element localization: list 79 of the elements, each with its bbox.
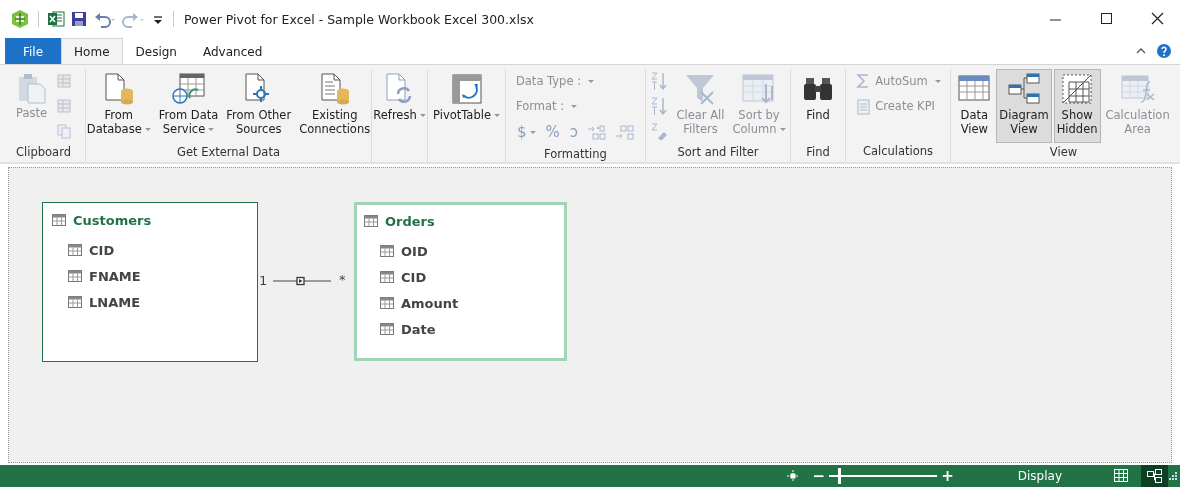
- sort-ascending-icon: [650, 71, 669, 91]
- calculation-icon: [1119, 72, 1156, 106]
- sort-descending-icon: [650, 96, 669, 116]
- dropdown-caret-icon: [779, 127, 786, 131]
- column-name: CID: [89, 242, 115, 258]
- app-icon: [10, 9, 30, 29]
- column-name: Amount: [401, 295, 459, 311]
- ribbon-button[interactable]: From Database: [83, 69, 154, 143]
- dropdown-caret-icon: [494, 113, 500, 117]
- dropdown-caret-icon: [571, 104, 578, 108]
- column-name: OID: [401, 243, 428, 259]
- clear-sort-icon: [650, 122, 669, 140]
- column-icon: [379, 322, 395, 336]
- table-icon: [51, 213, 67, 227]
- ribbon-button[interactable]: From Data Service: [155, 69, 222, 143]
- column-name: FNAME: [89, 268, 141, 284]
- group-label: Find: [805, 144, 831, 161]
- group-label: Sort and Filter: [676, 144, 760, 161]
- resize-grip-icon: [1168, 471, 1178, 481]
- zoom-out-button[interactable]: −: [808, 467, 830, 485]
- group-label: View: [1048, 144, 1079, 161]
- column-icon: [379, 270, 395, 284]
- dropdown-caret-icon: [588, 79, 595, 83]
- dropdown-caret-icon: [934, 79, 941, 83]
- table-card[interactable]: Orders OID CID Amount Date: [354, 202, 567, 361]
- table-name: Customers: [73, 212, 152, 228]
- ribbon-button[interactable]: From Other Sources: [223, 69, 295, 143]
- column-name: LNAME: [89, 294, 141, 310]
- kpi-icon: [855, 97, 872, 115]
- window-title: Power Pivot for Excel - Sample Workbook Excel 300.xlsx: [184, 11, 534, 27]
- group-label: Calculations: [861, 143, 935, 160]
- ribbon-button[interactable]: Show Hidden: [1053, 69, 1101, 143]
- cardinality-label: *: [339, 272, 346, 287]
- column-icon: [67, 269, 83, 283]
- hidden-grid-icon: [1060, 72, 1095, 106]
- ribbon-tab[interactable]: Advanced: [189, 38, 276, 64]
- grid-icon: [1113, 468, 1130, 484]
- column-name: Date: [401, 321, 436, 337]
- group-label: Get External Data: [176, 144, 281, 161]
- ribbon-tab[interactable]: Design: [122, 38, 190, 64]
- copy-icon: [55, 123, 72, 139]
- group-label: Clipboard: [15, 144, 72, 161]
- excel-icon[interactable]: [47, 10, 65, 28]
- view-button[interactable]: [1141, 465, 1168, 487]
- decrease-decimal-icon: [615, 124, 636, 140]
- increase-decimal-icon: [587, 124, 608, 140]
- grid-icon: [55, 73, 72, 89]
- column-icon: [67, 295, 83, 309]
- table-name: Orders: [385, 213, 435, 229]
- undo-icon[interactable]: [93, 10, 117, 28]
- dropdown-caret-icon: [419, 113, 426, 117]
- pivot-table-icon: [449, 72, 484, 106]
- column-name: CID: [401, 269, 427, 285]
- relationship-line: [273, 276, 331, 286]
- ribbon-button[interactable]: Find: [798, 69, 838, 143]
- display-label: Display: [1017, 469, 1062, 483]
- zoom-in-button[interactable]: +: [937, 467, 958, 485]
- column-icon: [379, 296, 395, 310]
- ribbon-button[interactable]: Diagram View: [996, 69, 1052, 143]
- ribbon-button[interactable]: PivotTable: [430, 69, 503, 143]
- diagram-icon: [1007, 72, 1041, 106]
- dropdown-caret-icon: [529, 130, 536, 134]
- dropdown-caret-icon: [144, 127, 151, 131]
- grid-icon: [55, 98, 72, 114]
- diagram-icon: [1146, 468, 1163, 484]
- fit-to-window-icon[interactable]: [784, 469, 801, 483]
- column-icon: [379, 244, 395, 258]
- save-icon[interactable]: [70, 10, 88, 28]
- cardinality-label: 1: [259, 273, 268, 288]
- globe-table-icon: [169, 72, 208, 106]
- column-icon: [67, 243, 83, 257]
- file-tab[interactable]: File: [5, 38, 62, 64]
- table-icon: [363, 214, 379, 228]
- ribbon-button[interactable]: Data View: [954, 69, 995, 143]
- help-icon[interactable]: [1156, 43, 1172, 59]
- table-card[interactable]: Customers CID FNAME LNAME: [42, 202, 258, 362]
- dropdown-caret-icon: [208, 127, 215, 131]
- ribbon-tab[interactable]: Home: [61, 38, 123, 64]
- group-label: Formatting: [543, 146, 608, 163]
